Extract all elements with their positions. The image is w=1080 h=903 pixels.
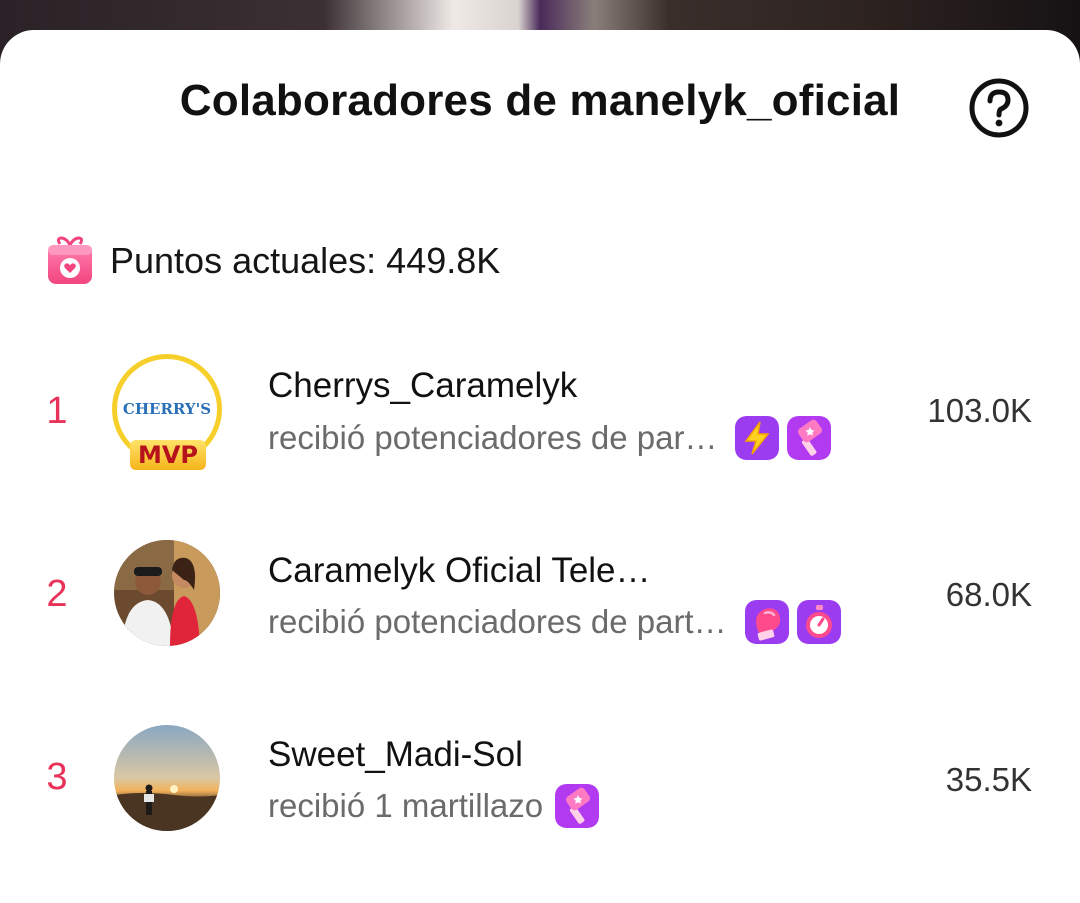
rank-number: 1 <box>46 390 68 432</box>
contributor-score: 68.0K <box>945 576 1032 613</box>
subtitle-text: recibió 1 martillazo <box>268 787 544 824</box>
contributor-row[interactable]: 2 Caramelyk Oficial Tele… recibió potenc… <box>0 535 1080 655</box>
rank-number: 2 <box>46 573 68 615</box>
avatar[interactable] <box>114 540 220 646</box>
help-icon[interactable] <box>968 77 1030 139</box>
contributor-row[interactable]: 1 CHERRY'S MVP Cherrys_Caramelyk recibió… <box>0 350 1080 470</box>
contributor-subtitle: recibió 1 martillazo <box>268 784 600 828</box>
contributor-subtitle: recibió potenciadores de part… <box>268 600 841 644</box>
subtitle-text: recibió potenciadores de part… <box>268 603 727 640</box>
page-title: Colaboradores de manelyk_oficial <box>179 76 901 125</box>
contributor-score: 35.5K <box>945 761 1032 798</box>
contributor-subtitle: recibió potenciadores de par… <box>268 416 832 460</box>
contributor-row[interactable]: 3 Sweet_Madi-Sol recibió 1 martillazo 35… <box>0 720 1080 840</box>
hammer-icon <box>787 416 832 460</box>
subtitle-text: recibió potenciadores de par… <box>268 419 718 456</box>
stopwatch-icon <box>796 600 841 644</box>
contributor-name: Sweet_Madi-Sol <box>268 735 523 774</box>
mvp-badge: MVP <box>130 440 206 470</box>
contributor-name: Caramelyk Oficial Tele… <box>268 551 651 590</box>
contributor-score: 103.0K <box>927 392 1032 429</box>
hammer-icon <box>555 784 600 828</box>
contributor-name: Cherrys_Caramelyk <box>268 366 578 405</box>
rank-number: 3 <box>46 756 68 798</box>
avatar[interactable]: CHERRY'S MVP <box>112 354 224 474</box>
boxing-glove-icon <box>744 600 789 644</box>
current-points: Puntos actuales: 449.8K <box>110 240 501 281</box>
gift-box-icon <box>48 236 92 284</box>
points-summary: Puntos actuales: 449.8K <box>46 233 500 289</box>
avatar-logo-text: CHERRY'S <box>122 399 212 418</box>
avatar[interactable] <box>114 725 220 831</box>
lightning-boost-icon <box>735 416 780 460</box>
